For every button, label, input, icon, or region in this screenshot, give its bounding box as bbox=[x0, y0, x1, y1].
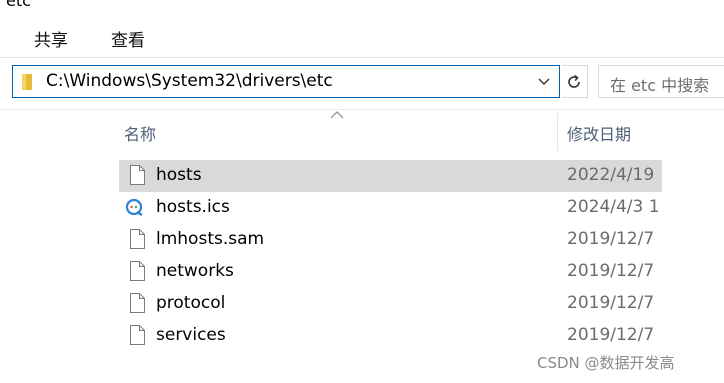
folder-icon bbox=[22, 74, 32, 90]
file-list: hosts 2022/4/19 hosts.ics 2024/4/3 1 lmhosts… bbox=[119, 160, 662, 352]
column-header-name[interactable]: 名称 bbox=[124, 121, 156, 145]
address-bar[interactable]: C:\Windows\System32\drivers\etc bbox=[12, 65, 560, 98]
ribbon-tabs: 共享 查看 bbox=[0, 18, 724, 58]
search-input[interactable]: 在 etc 中搜索 bbox=[598, 65, 724, 98]
file-icon bbox=[129, 261, 145, 281]
file-name: hosts.ics bbox=[156, 197, 230, 217]
file-modified-date: 2019/12/7 bbox=[567, 325, 655, 345]
file-row[interactable]: protocol 2019/12/7 bbox=[119, 288, 662, 320]
file-modified-date: 2019/12/7 bbox=[567, 293, 655, 313]
file-row[interactable]: hosts 2022/4/19 bbox=[119, 160, 662, 192]
file-row[interactable]: networks 2019/12/7 bbox=[119, 256, 662, 288]
file-modified-date: 2019/12/7 bbox=[567, 261, 655, 281]
file-explorer-window: etc 共享 查看 C:\Windows\System32\drivers\et… bbox=[0, 0, 724, 383]
file-name: hosts bbox=[156, 165, 202, 185]
search-placeholder: 在 etc 中搜索 bbox=[610, 76, 710, 95]
file-icon bbox=[129, 325, 145, 345]
chevron-down-icon[interactable] bbox=[535, 72, 553, 90]
file-name: protocol bbox=[156, 293, 226, 313]
file-modified-date: 2022/4/19 bbox=[567, 165, 655, 185]
file-name: services bbox=[156, 325, 226, 345]
file-modified-date: 2019/12/7 bbox=[567, 229, 655, 249]
file-name: networks bbox=[156, 261, 234, 281]
file-row[interactable]: lmhosts.sam 2019/12/7 bbox=[119, 224, 662, 256]
file-modified-date: 2024/4/3 1 bbox=[567, 197, 660, 217]
window-title: etc bbox=[6, 0, 31, 10]
file-row[interactable]: hosts.ics 2024/4/3 1 bbox=[119, 192, 662, 224]
sync-file-icon bbox=[125, 198, 143, 218]
refresh-icon bbox=[568, 74, 580, 88]
address-path[interactable]: C:\Windows\System32\drivers\etc bbox=[46, 71, 333, 91]
column-header-modified[interactable]: 修改日期 bbox=[567, 121, 631, 145]
file-name: lmhosts.sam bbox=[156, 229, 265, 249]
file-icon bbox=[129, 229, 145, 249]
file-icon bbox=[129, 165, 145, 185]
file-row[interactable]: services 2019/12/7 bbox=[119, 320, 662, 352]
address-row: C:\Windows\System32\drivers\etc 在 etc 中搜… bbox=[0, 58, 724, 110]
tab-view[interactable]: 查看 bbox=[111, 26, 145, 51]
refresh-button[interactable] bbox=[562, 65, 588, 98]
sort-up-icon bbox=[330, 111, 344, 119]
tab-share[interactable]: 共享 bbox=[34, 26, 68, 51]
watermark: CSDN @数据开发高 bbox=[537, 354, 675, 372]
column-divider[interactable] bbox=[557, 113, 558, 151]
file-icon bbox=[129, 293, 145, 313]
